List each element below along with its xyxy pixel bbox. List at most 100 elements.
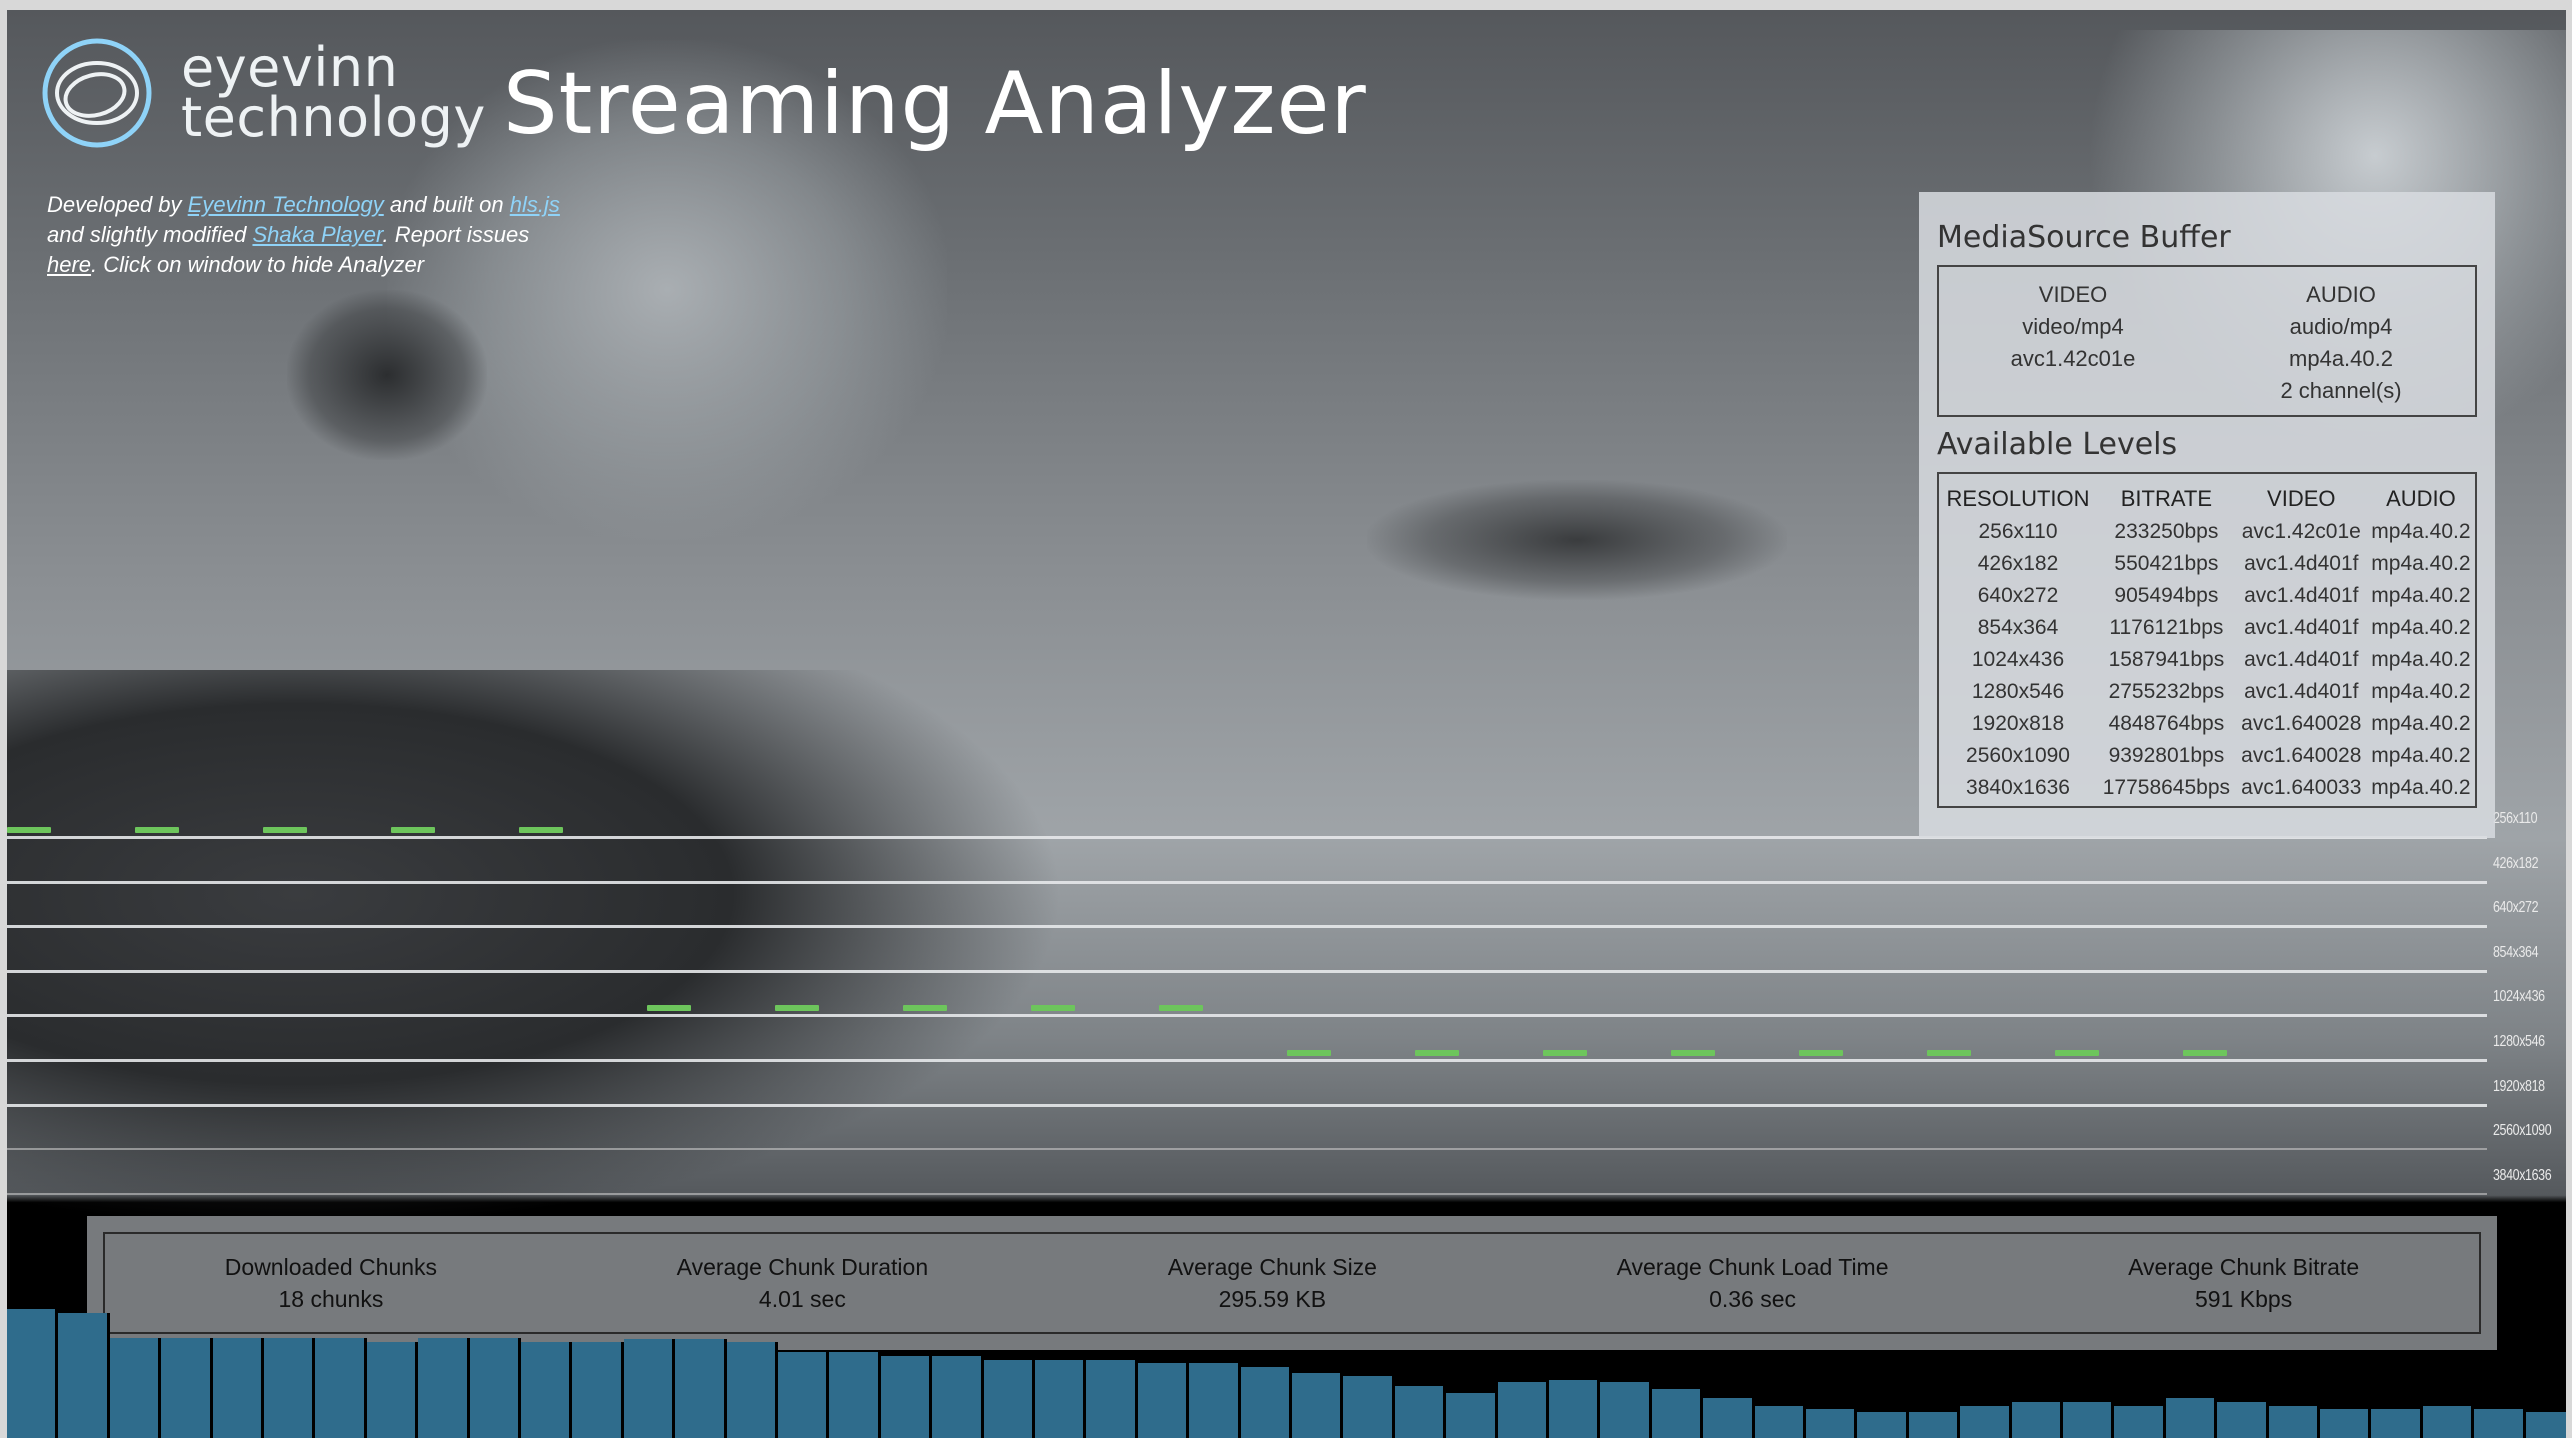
bitrate-bar <box>1857 1412 1909 1438</box>
bitrate-bar <box>2474 1409 2526 1438</box>
stat-label: Average Chunk Duration <box>676 1254 929 1280</box>
bitrate-bar <box>521 1341 573 1438</box>
chunk-segment <box>647 1005 691 1012</box>
stat-item: Average Chunk Bitrate 591 Kbps <box>2128 1251 2359 1315</box>
bitrate-bar <box>2268 1405 2320 1438</box>
chunk-segment <box>391 827 435 833</box>
buffer-video-column: VIDEO video/mp4 avc1.42c01e <box>1939 279 2207 415</box>
table-cell: 550421bps <box>2114 552 2219 575</box>
bitrate-bar <box>2525 1412 2566 1438</box>
chunk-segment <box>2183 1050 2227 1056</box>
table-cell: 1024x436 <box>1971 648 2065 671</box>
bitrate-bar <box>675 1339 727 1438</box>
bitrate-bar <box>1703 1397 1755 1438</box>
levels-header-cell: VIDEO <box>2267 486 2336 511</box>
level-line <box>7 880 2487 884</box>
report-issues-link[interactable]: here <box>47 252 91 277</box>
chunk-segment <box>2055 1050 2099 1056</box>
table-row: 1024x436 1587941bps avc1.4d401f mp4a.40.2 <box>1939 644 2475 676</box>
level-label: 1280x546 <box>2493 1033 2545 1050</box>
bitrate-bar <box>212 1337 264 1438</box>
bitrate-bar <box>1600 1382 1652 1438</box>
table-cell: avc1.42c01e <box>2241 520 2361 543</box>
bitrate-bar <box>2063 1401 2115 1438</box>
levels-header-cell: AUDIO <box>2386 486 2456 511</box>
bitrate-bar <box>315 1337 367 1438</box>
table-row: 2560x1090 9392801bps avc1.640028 mp4a.40.2 <box>1939 740 2475 772</box>
video-player-area[interactable]: eyevinn technology Streaming Analyzer De… <box>7 10 2566 1438</box>
table-row: 3840x1636 17758645bps avc1.640033 mp4a.40.2 <box>1939 772 2475 804</box>
level-label: 426x182 <box>2493 854 2539 872</box>
level-line <box>7 1103 2487 1107</box>
chunk-segment <box>135 827 179 833</box>
buffer-audio-codec: mp4a.40.2 <box>2289 346 2393 371</box>
buffer-audio-heading: AUDIO <box>2306 282 2376 307</box>
bitrate-bar <box>58 1313 110 1438</box>
bitrate-bar <box>366 1341 419 1438</box>
level-line <box>7 925 2487 929</box>
intro-text-part: . Click on window to hide Analyzer <box>91 252 425 277</box>
stats-bar: Downloaded Chunks 18 chunks Average Chunk … <box>87 1216 2497 1350</box>
table-cell: 233250bps <box>2114 520 2219 543</box>
bitrate-bar <box>1189 1362 1241 1438</box>
table-row: 426x182 550421bps avc1.4d401f mp4a.40.2 <box>1939 548 2475 580</box>
table-cell: 1587941bps <box>2108 648 2225 671</box>
levels-body: 256x110 233250bps avc1.42c01e mp4a.40.2 426x… <box>1939 516 2475 804</box>
bitrate-bar <box>7 1309 59 1438</box>
bitrate-bar <box>2320 1409 2372 1438</box>
eyevinn-link[interactable]: Eyevinn Technology <box>188 192 384 217</box>
table-cell: avc1.4d401f <box>2244 616 2359 639</box>
bitrate-bar <box>2422 1405 2475 1438</box>
background-scenery <box>1367 480 1787 600</box>
logo-line2: technology <box>181 86 486 149</box>
level-label: 640x272 <box>2493 899 2539 917</box>
chunk-segment <box>1415 1050 1459 1056</box>
stat-item: Average Chunk Size 295.59 KB <box>1168 1251 1377 1315</box>
table-cell: mp4a.40.2 <box>2371 520 2471 543</box>
table-cell: 905494bps <box>2114 584 2219 607</box>
stat-label: Average Chunk Bitrate <box>2128 1254 2360 1280</box>
bitrate-bar <box>418 1337 470 1438</box>
bitrate-bar <box>2011 1401 2063 1438</box>
chunk-segment <box>1543 1050 1587 1056</box>
level-line <box>7 1148 2487 1151</box>
bitrate-bar <box>469 1337 521 1438</box>
stat-item: Downloaded Chunks 18 chunks <box>225 1251 437 1315</box>
bitrate-bar <box>2165 1397 2218 1438</box>
buffer-video-codec: avc1.42c01e <box>2010 346 2136 371</box>
chunk-segment <box>903 1005 947 1012</box>
bitrate-bar <box>2217 1401 2269 1438</box>
table-cell: 2560x1090 <box>1966 744 2070 767</box>
table-cell: mp4a.40.2 <box>2371 744 2471 767</box>
stat-value: 18 chunks <box>278 1286 384 1312</box>
buffer-audio-column: AUDIO audio/mp4 mp4a.40.2 2 channel(s) <box>2207 279 2475 415</box>
table-row: 256x110 233250bps avc1.42c01e mp4a.40.2 <box>1939 516 2475 548</box>
bitrate-bar <box>1035 1360 1087 1438</box>
bitrate-bar <box>109 1337 162 1438</box>
bitrate-bar <box>1292 1373 1344 1438</box>
level-label: 3840x1636 <box>2493 1166 2552 1184</box>
levels-header-cell: RESOLUTION <box>1946 486 2090 511</box>
hlsjs-link[interactable]: hls.js <box>510 192 560 217</box>
eyevinn-logo-icon <box>42 38 152 148</box>
stats-box: Downloaded Chunks 18 chunks Average Chunk … <box>103 1232 2481 1334</box>
eyevinn-logo: eyevinn technology <box>39 38 486 148</box>
table-cell: 1920x818 <box>1971 712 2065 735</box>
stat-value: 4.01 sec <box>758 1286 846 1312</box>
table-cell: 1176121bps <box>2109 616 2224 639</box>
bitrate-bar <box>932 1356 984 1438</box>
table-cell: avc1.640028 <box>2241 744 2362 767</box>
bitrate-bar <box>2114 1405 2166 1438</box>
shaka-player-link[interactable]: Shaka Player <box>252 222 382 247</box>
table-row: 640x272 905494bps avc1.4d401f mp4a.40.2 <box>1939 580 2475 612</box>
chunk-segment <box>1927 1050 1971 1056</box>
table-cell: 640x272 <box>1977 584 2059 607</box>
table-cell: mp4a.40.2 <box>2371 712 2471 735</box>
buffer-video-mime: video/mp4 <box>2022 314 2124 339</box>
level-label: 1024x436 <box>2493 988 2545 1006</box>
levels-header-cell: BITRATE <box>2120 486 2213 511</box>
table-cell: 9392801bps <box>2108 744 2225 767</box>
chunk-segment <box>263 827 307 833</box>
intro-text-part: and slightly modified <box>47 222 253 247</box>
buffer-audio-channels: 2 channel(s) <box>2280 378 2402 403</box>
